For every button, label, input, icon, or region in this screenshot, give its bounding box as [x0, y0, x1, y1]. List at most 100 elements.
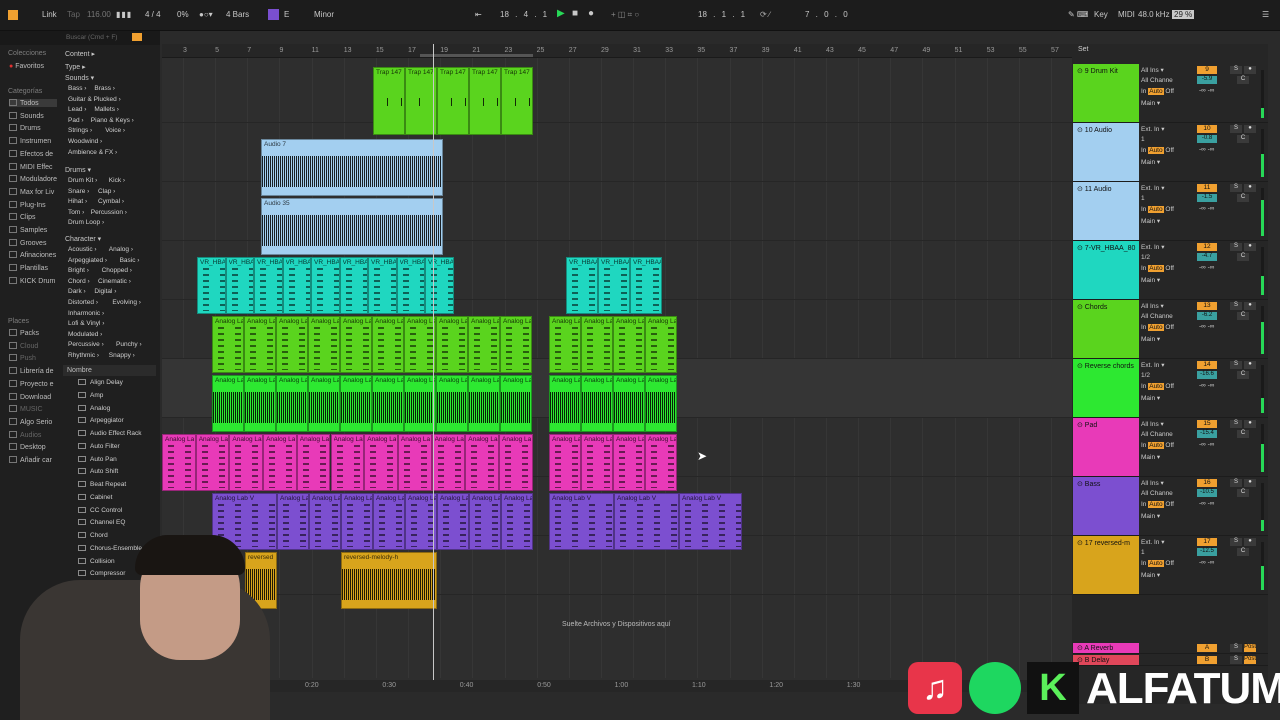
track-activator[interactable]: 13	[1197, 302, 1217, 310]
track-name[interactable]: ⊙ Pad	[1077, 421, 1097, 429]
input-type-select[interactable]: Ext. In ▾	[1141, 125, 1187, 133]
output-select[interactable]: Main ▾	[1141, 217, 1187, 225]
clip[interactable]: Analog La	[397, 434, 432, 491]
cue-button[interactable]: C	[1237, 312, 1249, 320]
arrangement-position[interactable]: 18 . 4 . 1	[500, 10, 547, 19]
category-item[interactable]: Drums	[9, 124, 41, 132]
clip[interactable]: Analog La	[341, 493, 373, 550]
track-color-block[interactable]: ⊙ Pad	[1073, 418, 1139, 476]
track-color-block[interactable]: ⊙ Bass	[1073, 477, 1139, 535]
tag-chip[interactable]: Drum Loop ›	[68, 219, 104, 226]
tag-chip[interactable]: Drum Kit ›	[68, 177, 97, 184]
track-activator[interactable]: 9	[1197, 66, 1217, 74]
midi-map-button[interactable]: MIDI	[1118, 10, 1135, 19]
output-select[interactable]: Main ▾	[1141, 158, 1187, 166]
track-name[interactable]: ⊙ 9 Drum Kit	[1077, 67, 1118, 75]
favorites-item[interactable]: ● Favoritos	[9, 63, 44, 70]
clip[interactable]: VR_HBAA	[282, 257, 311, 314]
place-item[interactable]: Añadir car	[9, 456, 52, 464]
input-channel-select[interactable]: All Channe	[1141, 431, 1187, 439]
device-item[interactable]: Channel EQ	[66, 519, 125, 526]
monitor-off-button[interactable]: Off	[1164, 324, 1174, 331]
tag-chip[interactable]: Dark ›	[68, 288, 86, 295]
clip[interactable]: Analog La	[309, 493, 341, 550]
input-channel-select[interactable]: All Channe	[1141, 77, 1187, 85]
place-item[interactable]: Audios	[9, 430, 41, 439]
place-item[interactable]: Algo Serio	[9, 417, 52, 426]
return-post-button[interactable]: Post	[1244, 656, 1256, 664]
clip[interactable]: VR_HBAA	[566, 257, 598, 314]
monitor-auto-button[interactable]: Auto	[1148, 560, 1164, 567]
loop-icon[interactable]: ⟳ ∕	[760, 10, 770, 19]
clip[interactable]: Analog La	[437, 493, 469, 550]
clip[interactable]: Analog La	[581, 375, 613, 432]
clip[interactable]: Trap 147	[437, 67, 469, 135]
output-select[interactable]: Main ▾	[1141, 571, 1187, 579]
tag-chip[interactable]: Pad ›	[68, 117, 84, 124]
record-mode-icon[interactable]: ●○▾	[199, 10, 213, 19]
cue-button[interactable]: C	[1237, 76, 1249, 84]
clip[interactable]: Analog La	[244, 375, 276, 432]
track-color-block[interactable]: ⊙ 10 Audio	[1073, 123, 1139, 181]
input-type-select[interactable]: Ext. In ▾	[1141, 361, 1187, 369]
tag-chip[interactable]: Bright ›	[68, 267, 89, 274]
category-item[interactable]: MIDI Effec	[9, 162, 53, 171]
track-header[interactable]: ⊙ Reverse chords Ext. In ▾ 1/2 In Auto Off M…	[1073, 359, 1268, 418]
tag-chip[interactable]: Tom ›	[68, 209, 84, 216]
monitor-auto-button[interactable]: Auto	[1148, 324, 1164, 331]
filter-content[interactable]: Content ▸	[65, 50, 95, 58]
cue-button[interactable]: C	[1237, 489, 1249, 497]
track-name[interactable]: ⊙ 17 reversed-m	[1077, 539, 1130, 547]
category-item[interactable]: KICK Drum	[9, 276, 55, 285]
clip[interactable]: Analog La	[613, 434, 645, 491]
category-item[interactable]: Afinaciones	[9, 251, 56, 259]
tag-chip[interactable]: Lead ›	[68, 106, 86, 113]
output-select[interactable]: Main ▾	[1141, 99, 1187, 107]
clip[interactable]: VR_HBAA	[197, 257, 226, 314]
solo-button[interactable]: S	[1230, 420, 1242, 428]
arm-button[interactable]: ●	[1244, 361, 1256, 369]
clip[interactable]: Analog La	[373, 493, 405, 550]
key-select[interactable]: E	[284, 10, 289, 19]
monitor-auto-button[interactable]: Auto	[1148, 383, 1164, 390]
arm-button[interactable]: ●	[1244, 479, 1256, 487]
category-item[interactable]: Instrumen	[9, 137, 51, 145]
clip[interactable]: Analog La	[296, 434, 331, 491]
solo-button[interactable]: S	[1230, 184, 1242, 192]
output-select[interactable]: Main ▾	[1141, 335, 1187, 343]
tag-chip[interactable]: Percussive ›	[68, 341, 104, 348]
tag-chip[interactable]: Snare ›	[68, 188, 89, 195]
overdub-icon[interactable]: + ◫ ⌗ ○	[611, 10, 639, 20]
track-activator[interactable]: 10	[1197, 125, 1217, 133]
tag-chip[interactable]: Chord ›	[68, 278, 90, 285]
monitor-off-button[interactable]: Off	[1164, 442, 1174, 449]
place-item[interactable]: Download	[9, 392, 51, 401]
track-activator[interactable]: 14	[1197, 361, 1217, 369]
clip[interactable]: Analog La	[212, 316, 244, 373]
device-item[interactable]: Arpeggiator	[66, 417, 124, 424]
tag-chip[interactable]: Strings ›	[68, 127, 92, 134]
solo-button[interactable]: S	[1230, 361, 1242, 369]
tag-chip[interactable]: Evolving ›	[112, 299, 141, 306]
tag-chip[interactable]: Hihat ›	[68, 198, 87, 205]
track-header[interactable]: ⊙ Chords All Ins ▾ All Channe In Auto Off Ma…	[1073, 300, 1268, 359]
device-item[interactable]: Auto Shift	[66, 468, 118, 475]
track-volume[interactable]: -4.7	[1197, 253, 1217, 261]
input-type-select[interactable]: All Ins ▾	[1141, 302, 1187, 310]
clip[interactable]: Analog La	[244, 316, 276, 373]
track-volume[interactable]: -12.5	[1197, 548, 1217, 556]
clip[interactable]: Analog La	[195, 434, 230, 491]
monitor-auto-button[interactable]: Auto	[1148, 265, 1164, 272]
record-button[interactable]: ●	[588, 8, 594, 19]
clip[interactable]: Analog La	[229, 434, 264, 491]
stop-button[interactable]: ■	[572, 8, 578, 19]
clip[interactable]: VR_HBAA	[630, 257, 662, 314]
track-header[interactable]: ⊙ 17 reversed-m Ext. In ▾ 1 In Auto Off Main…	[1073, 536, 1268, 595]
tag-chip[interactable]: Rhythmic ›	[68, 352, 99, 359]
input-channel-select[interactable]: 1/2	[1141, 254, 1187, 262]
tag-group-heading[interactable]: Character ▾	[65, 235, 101, 243]
track-color-block[interactable]: ⊙ 11 Audio	[1073, 182, 1139, 240]
category-item[interactable]: Sounds	[9, 111, 44, 120]
clip[interactable]: Analog La	[330, 434, 365, 491]
tag-chip[interactable]: Analog ›	[109, 246, 133, 253]
